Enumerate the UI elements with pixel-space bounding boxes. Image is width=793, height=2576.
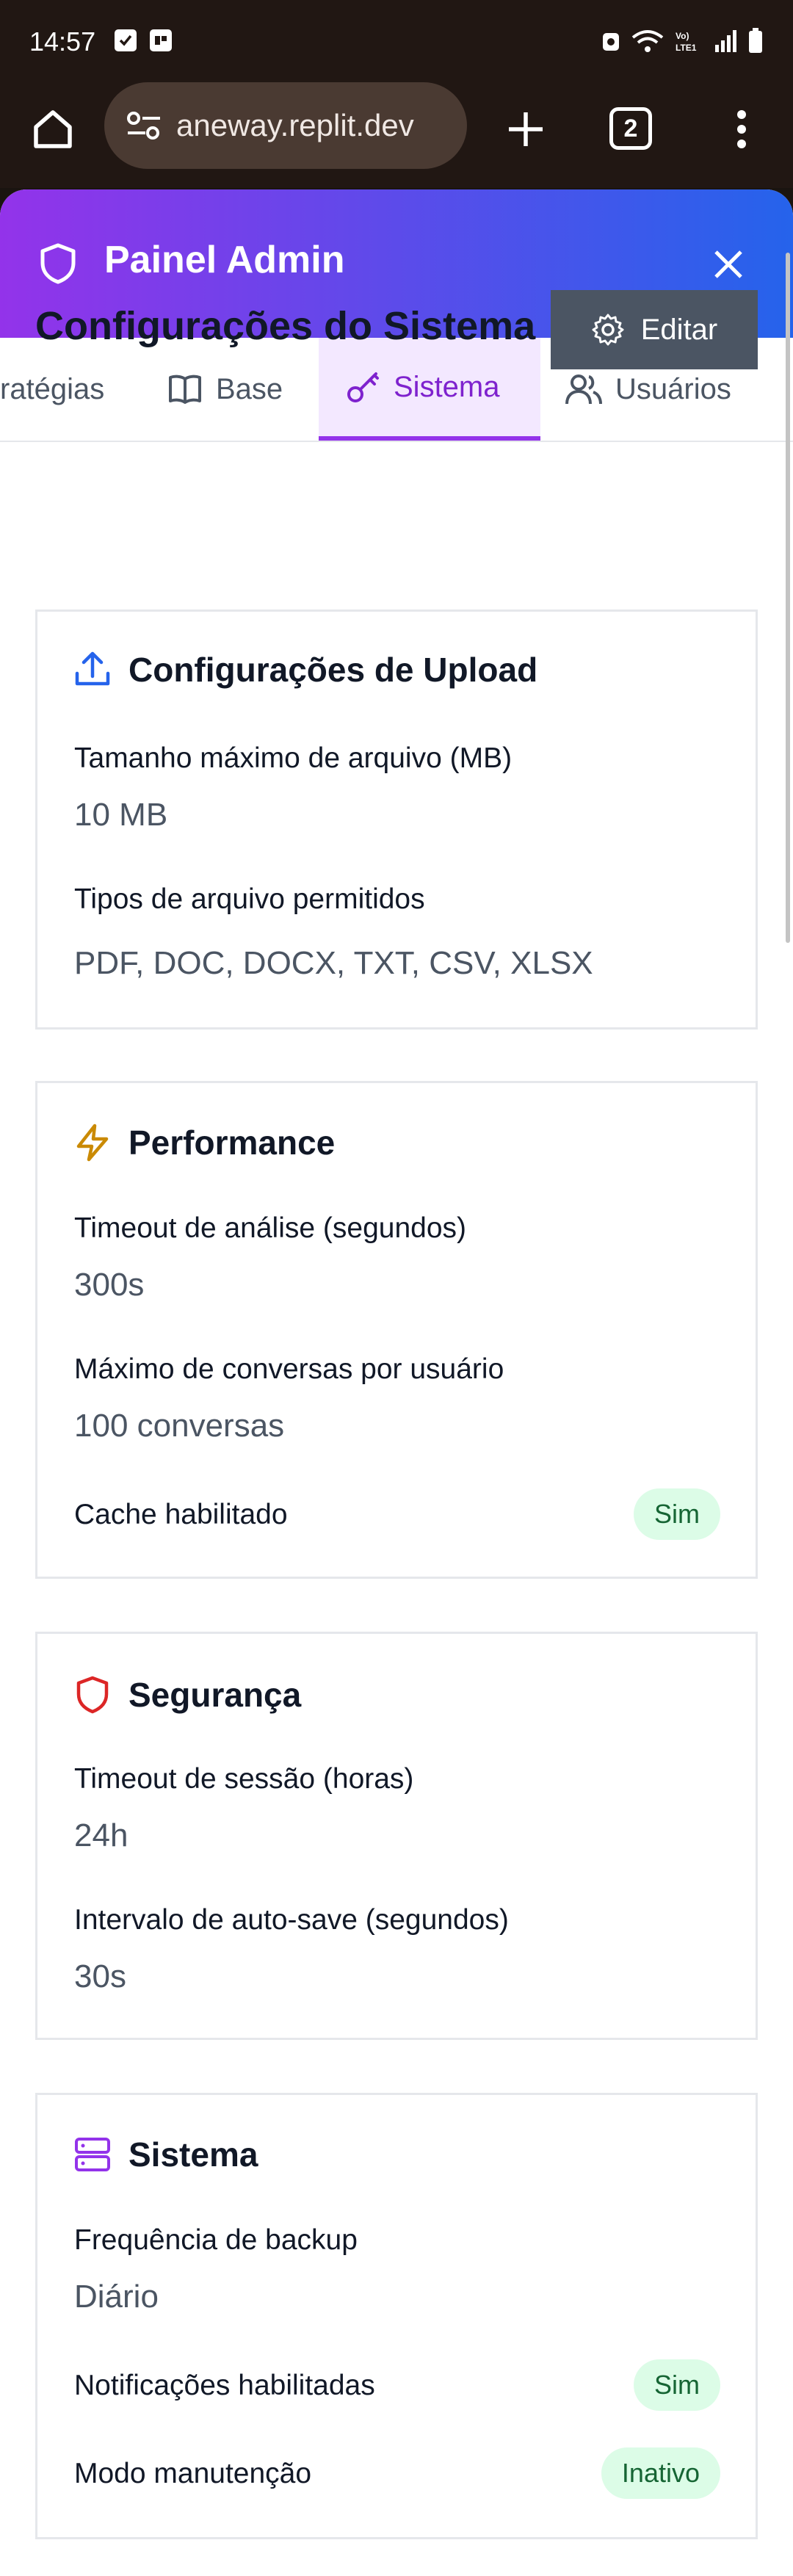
shield-icon [40,243,76,284]
scrollbar[interactable] [786,253,790,943]
card-title: Segurança [128,1676,302,1714]
notifications-enabled-label: Notificações habilitadas [74,2370,375,2401]
max-file-size-value: 10 MB [74,797,168,833]
analysis-timeout-label: Timeout de análise (segundos) [74,1212,467,1244]
allowed-types-label: Tipos de arquivo permitidos [74,883,425,915]
system-icons: Vo) LTE1 [601,28,764,54]
more-vert-icon [737,110,746,148]
cache-enabled-label: Cache habilitado [74,1499,288,1530]
home-button[interactable] [26,103,79,156]
card-title: Configurações de Upload [128,651,538,689]
svg-text:Vo): Vo) [676,31,689,41]
upload-icon [75,651,110,686]
wifi-icon [631,30,664,52]
tab-estrategias[interactable]: ratégias [0,338,140,441]
volte-icon: Vo) LTE1 [676,31,697,53]
maintenance-mode-label: Modo manutenção [74,2458,312,2489]
notification-icons [115,29,172,51]
book-icon [169,375,201,404]
max-conversations-label: Máximo de conversas por usuário [74,1353,504,1385]
url-bar[interactable]: aneway.replit.dev [104,82,467,169]
gear-icon [592,314,624,346]
max-conversations-value: 100 conversas [74,1408,285,1444]
maintenance-status-badge: Inativo [601,2447,720,2499]
edit-button[interactable]: Editar [551,290,758,369]
status-time: 14:57 [29,26,96,57]
analysis-timeout-value: 300s [74,1267,145,1303]
edit-button-label: Editar [640,313,718,346]
browser-menu-button[interactable] [720,103,764,156]
modal-title: Painel Admin [104,239,345,281]
backup-frequency-label: Frequência de backup [74,2224,358,2256]
page-title: Configurações do Sistema [35,304,536,348]
performance-card: Performance Timeout de análise (segundos… [35,1081,758,1579]
max-file-size-label: Tamanho máximo de arquivo (MB) [74,742,513,774]
card-title: Sistema [128,2135,258,2174]
close-button[interactable] [708,244,749,285]
allowed-types-value: PDF, DOC, DOCX, TXT, CSV, XLSX [74,945,593,981]
new-tab-button[interactable] [499,103,552,156]
battery-icon [749,28,762,53]
autosave-interval-value: 30s [74,1958,126,1994]
lightning-icon [76,1124,109,1162]
card-title: Performance [128,1124,336,1162]
site-settings-icon[interactable] [122,111,166,140]
shield-icon [76,1676,109,1714]
tab-sistema[interactable]: Sistema [319,338,540,441]
cache-status-badge: Sim [634,1488,720,1540]
session-timeout-value: 24h [74,1817,128,1853]
key-icon [347,372,379,402]
security-card: Segurança Timeout de sessão (horas) 24h … [35,1632,758,2040]
tab-base[interactable]: Base [167,338,314,441]
server-icon [75,2138,110,2171]
backup-frequency-value: Diário [74,2279,159,2315]
upload-settings-card: Configurações de Upload Tamanho máximo d… [35,609,758,1030]
tab-label: Base [216,372,283,405]
alarm-icon [603,33,619,51]
close-icon [714,250,742,278]
users-icon [565,375,602,405]
status-bar: 14:57 Vo) LTE1 [0,0,793,85]
tab-label: ratégias [0,372,105,405]
home-icon [34,110,72,148]
checkbox-notification-icon [115,29,137,51]
notifications-status-badge: Sim [634,2359,720,2411]
plus-icon [509,112,543,146]
autosave-interval-label: Intervalo de auto-save (segundos) [74,1904,509,1936]
system-card: Sistema Frequência de backup Diário Noti… [35,2093,758,2539]
tab-switcher-button[interactable]: 2 [609,107,652,150]
app-notification-icon [150,29,172,51]
svg-text:LTE1: LTE1 [676,43,697,53]
tab-label: Sistema [394,370,500,403]
signal-icon [715,30,736,52]
session-timeout-label: Timeout de sessão (horas) [74,1763,414,1795]
url-text[interactable]: aneway.replit.dev [176,108,455,143]
tab-label: Usuários [615,372,731,405]
